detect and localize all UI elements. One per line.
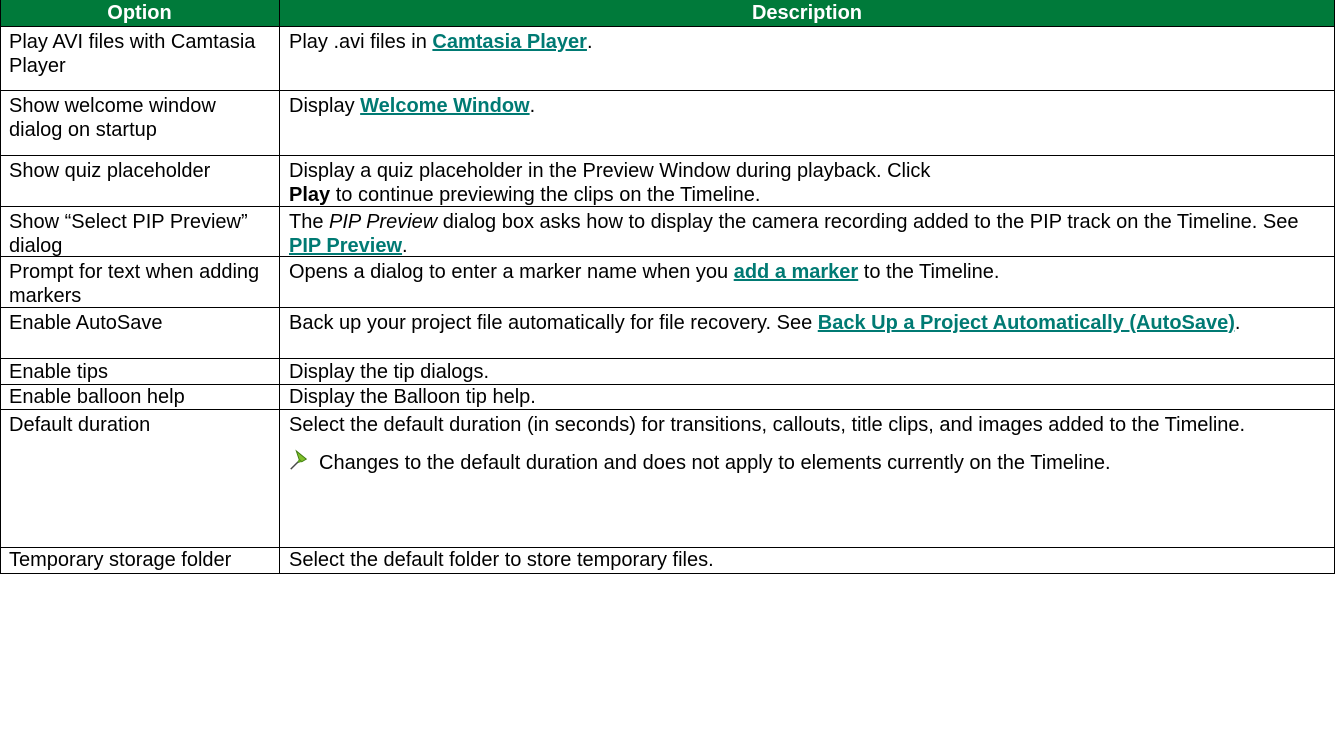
option-cell: Temporary storage folder: [9, 549, 232, 571]
divider: [0, 307, 1335, 308]
desc-text: to the Timeline.: [858, 261, 1000, 283]
divider: [0, 155, 1335, 156]
desc-italic: PIP Preview: [329, 211, 438, 233]
table-header: Option Description: [0, 0, 1335, 26]
add-a-marker-link[interactable]: add a marker: [734, 261, 859, 283]
table-row: Default duration Select the default dura…: [0, 410, 1335, 547]
table-row: Temporary storage folder Select the defa…: [0, 548, 1335, 572]
desc-text: .: [402, 235, 408, 257]
desc-text: Opens a dialog to enter a marker name wh…: [289, 261, 734, 283]
desc-text: Select the default duration (in seconds)…: [289, 414, 1246, 436]
camtasia-player-link[interactable]: Camtasia Player: [432, 31, 587, 53]
header-option: Option: [107, 2, 172, 24]
divider: [0, 90, 1335, 91]
note: Changes to the default duration and does…: [289, 449, 1319, 475]
header-description: Description: [751, 2, 863, 24]
options-table: Option Description Play AVI files with C…: [0, 0, 1335, 754]
desc-text: to continue previewing the clips on the …: [330, 184, 761, 206]
desc-text: Back up your project file automatically …: [289, 312, 818, 334]
desc-text: Play .avi files in: [289, 31, 433, 53]
description-cell: Display a quiz placeholder in the Previe…: [289, 159, 1319, 207]
desc-text: Display a quiz placeholder in the Previe…: [289, 160, 931, 182]
table-row: Enable balloon help Display the Balloon …: [0, 385, 1335, 409]
description-cell: Select the default duration (in seconds)…: [289, 413, 1319, 475]
option-cell: Default duration: [9, 414, 151, 436]
option-cell: Enable tips: [9, 361, 108, 383]
description-cell: Back up your project file automatically …: [289, 311, 1319, 335]
option-cell: Enable balloon help: [9, 386, 185, 408]
table-row: Show welcome window dialog on startup Di…: [0, 91, 1335, 155]
description-cell: Play .avi files in Camtasia Player.: [289, 30, 1319, 54]
description-cell: Display Welcome Window.: [289, 94, 1319, 118]
desc-bold: Play: [289, 184, 331, 206]
desc-text: Display: [289, 95, 361, 117]
description-cell: The PIP Preview dialog box asks how to d…: [289, 210, 1319, 258]
desc-text: .: [529, 95, 536, 117]
divider: [0, 256, 1335, 257]
pip-preview-link[interactable]: PIP Preview: [289, 235, 402, 257]
desc-text: .: [586, 31, 593, 53]
welcome-window-link[interactable]: Welcome Window: [360, 95, 529, 117]
description-cell: Select the default folder to store tempo…: [289, 549, 714, 571]
table-row: Enable tips Display the tip dialogs.: [0, 359, 1335, 384]
description-cell: Opens a dialog to enter a marker name wh…: [289, 260, 1319, 284]
desc-text: The: [289, 211, 330, 233]
table-row: Enable AutoSave Back up your project fil…: [0, 308, 1335, 358]
option-cell: Show quiz placeholder: [9, 160, 211, 182]
pushpin-icon: [290, 449, 308, 470]
divider: [0, 409, 1335, 410]
desc-text: .: [1234, 312, 1241, 334]
divider: [0, 384, 1335, 385]
description-cell: Display the Balloon tip help.: [289, 386, 536, 408]
divider: [0, 26, 1335, 27]
table-row: Prompt for text when adding markers Open…: [0, 257, 1335, 307]
back-up-project-link[interactable]: Back Up a Project Automatically (AutoSav…: [818, 312, 1235, 334]
divider: [0, 0, 1, 574]
divider: [0, 206, 1335, 207]
option-cell: Prompt for text when adding markers: [9, 261, 260, 307]
option-cell: Show welcome window dialog on startup: [9, 95, 216, 141]
divider: [279, 0, 280, 574]
option-cell: Play AVI files with Camtasia Player: [9, 31, 256, 77]
table-row: Show “Select PIP Preview” dialog The PIP…: [0, 207, 1335, 258]
note-text: Changes to the default duration and does…: [319, 452, 1111, 474]
divider: [1334, 0, 1335, 574]
divider: [0, 358, 1335, 359]
divider: [0, 573, 1335, 574]
option-cell: Show “Select PIP Preview” dialog: [9, 211, 248, 257]
description-cell: Display the tip dialogs.: [289, 361, 490, 383]
table-row: Show quiz placeholder Display a quiz pla…: [0, 156, 1335, 206]
divider: [0, 547, 1335, 548]
option-cell: Enable AutoSave: [9, 312, 163, 334]
desc-text: dialog box asks how to display the camer…: [437, 211, 1299, 233]
table-row: Play AVI files with Camtasia Player Play…: [0, 27, 1335, 90]
